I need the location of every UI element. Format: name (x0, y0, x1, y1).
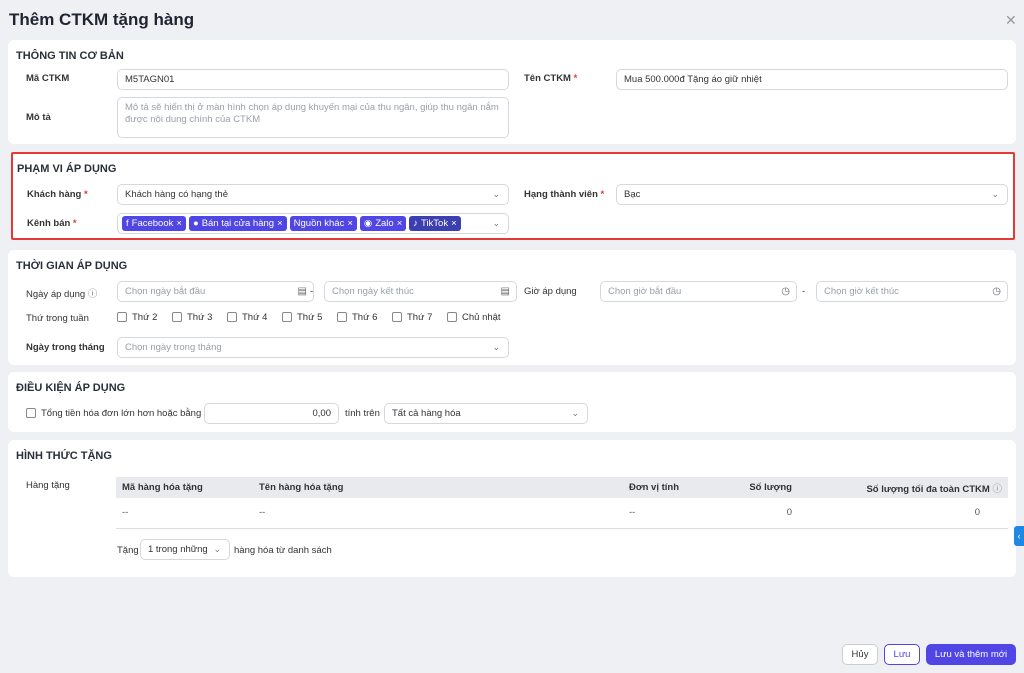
tiktok-icon: ♪ (413, 218, 418, 229)
clock-icon: ◷ (992, 286, 1001, 297)
total-checkbox[interactable]: Tổng tiền hóa đơn lớn hơn hoặc bằng (26, 408, 201, 419)
channel-label: Kênh bán * (27, 218, 77, 229)
name-value: Mua 500.000đ Tặng áo giữ nhiệt (624, 74, 762, 85)
code-value: M5TAGN01 (125, 74, 175, 85)
remove-tag-icon[interactable]: × (451, 218, 457, 229)
monthday-select[interactable]: Chọn ngày trong tháng ⌄ (117, 337, 509, 358)
column-header: Đơn vị tính (623, 477, 691, 498)
info-icon: ⓘ (992, 483, 1002, 495)
customer-select[interactable]: Khách hàng có hạng thẻ ⌄ (117, 184, 509, 205)
hour-label: Giờ áp dụng (524, 286, 577, 297)
give-suffix: hàng hóa từ danh sách (234, 545, 332, 556)
total-input[interactable]: 0,00 (204, 403, 339, 424)
column-header: Tên hàng hóa tặng (253, 477, 623, 498)
hour-start-input[interactable]: Chọn giờ bắt đầu ◷ (600, 281, 797, 302)
weekday-checkbox[interactable]: Thứ 6 (337, 312, 377, 323)
date-label: Ngày áp dụng ⓘ (26, 289, 98, 300)
remove-tag-icon[interactable]: × (176, 218, 182, 229)
customer-label: Khách hàng * (27, 189, 88, 200)
section-heading: ĐIỀU KIỆN ÁP DỤNG (16, 382, 126, 394)
section-heading: PHẠM VI ÁP DỤNG (17, 163, 117, 175)
name-input[interactable]: Mua 500.000đ Tặng áo giữ nhiệt (616, 69, 1008, 90)
channel-tag-facebook: f Facebook × (122, 216, 186, 231)
close-icon[interactable]: ✕ (1005, 12, 1017, 29)
dash: - (310, 286, 314, 297)
monthday-label: Ngày trong tháng (26, 342, 105, 353)
channel-tag-other: Nguồn khác × (289, 216, 357, 231)
weekday-label: Thứ trong tuần (26, 313, 89, 324)
gift-section: HÌNH THỨC TẶNG Hàng tặng Mã hàng hóa tặn… (8, 440, 1016, 577)
weekday-checkbox[interactable]: Thứ 4 (227, 312, 267, 323)
date-start-input[interactable]: Chọn ngày bắt đầu ▤ (117, 281, 314, 302)
table-row: -- -- -- 00 (122, 507, 980, 519)
give-label: Tặng (117, 545, 139, 556)
name-label: Tên CTKM * (524, 73, 578, 84)
column-header: Số lượng tối đa toàn CTKM ⓘ (798, 477, 1008, 498)
on-select[interactable]: Tất cả hàng hóa ⌄ (384, 403, 588, 424)
give-select[interactable]: 1 trong những ⌄ (140, 539, 230, 560)
date-end-input[interactable]: Chọn ngày kết thúc ▤ (324, 281, 517, 302)
basic-info-section: THÔNG TIN CƠ BẢN Mã CTKM M5TAGN01 Tên CT… (8, 40, 1016, 144)
section-heading: THÔNG TIN CƠ BẢN (16, 50, 124, 62)
channel-multiselect[interactable]: f Facebook × ● Bán tại cửa hàng × Nguồn khác… (117, 213, 509, 234)
chevron-down-icon: ⌄ (213, 544, 221, 554)
store-icon: ● (192, 218, 199, 229)
weekday-checkbox[interactable]: Thứ 5 (282, 312, 322, 323)
section-heading: HÌNH THỨC TẶNG (16, 450, 112, 462)
chevron-down-icon: ⌄ (991, 189, 999, 199)
remove-tag-icon[interactable]: × (277, 218, 283, 229)
desc-label: Mô tả (26, 112, 51, 123)
remove-tag-icon[interactable]: × (397, 218, 403, 229)
facebook-icon: f (126, 218, 129, 229)
channel-tag-tiktok: ♪ TikTok × (409, 216, 461, 231)
info-icon: ⓘ (87, 289, 98, 300)
zalo-icon: ◉ (363, 218, 373, 229)
clock-icon: ◷ (781, 286, 790, 297)
weekday-checkbox[interactable]: Thứ 3 (172, 312, 212, 323)
calendar-icon: ▤ (297, 286, 307, 297)
save-and-new-button[interactable]: Lưu và thêm mới (926, 644, 1016, 665)
items-label: Hàng tặng (26, 480, 70, 491)
code-input[interactable]: M5TAGN01 (117, 69, 509, 90)
chevron-down-icon: ⌄ (492, 189, 500, 199)
channel-tag-zalo: ◉ Zalo × (359, 216, 407, 231)
cancel-button[interactable]: Hủy (842, 644, 878, 665)
column-header: Mã hàng hóa tặng (116, 477, 253, 498)
gift-table: Mã hàng hóa tặng Tên hàng hóa tặng Đơn v… (116, 477, 1008, 529)
dialog-title: Thêm CTKM tặng hàng (9, 10, 195, 29)
code-label: Mã CTKM (26, 73, 70, 84)
chevron-down-icon: ⌄ (571, 408, 579, 418)
weekday-checkbox[interactable]: Thứ 2 (117, 312, 157, 323)
time-section: THỜI GIAN ÁP DỤNG Ngày áp dụng ⓘ Chọn ng… (8, 250, 1016, 365)
chevron-down-icon: ⌄ (492, 342, 500, 352)
on-label: tính trên (345, 408, 380, 419)
condition-section: ĐIỀU KIỆN ÁP DỤNG Tổng tiền hóa đơn lớn … (8, 372, 1016, 432)
dash: - (802, 286, 806, 297)
save-button[interactable]: Lưu (884, 644, 920, 665)
tier-select[interactable]: Bạc ⌄ (616, 184, 1008, 205)
tier-label: Hạng thành viên * (524, 189, 605, 200)
chevron-down-icon: ⌄ (492, 218, 500, 228)
channel-tag-store: ● Bán tại cửa hàng × (188, 216, 287, 231)
weekday-checkbox[interactable]: Chủ nhật (447, 312, 501, 323)
column-header: Số lượng (691, 477, 798, 498)
scope-section: PHẠM VI ÁP DỤNG Khách hàng * Khách hàng … (11, 152, 1015, 240)
desc-textarea[interactable]: Mô tả sẽ hiển thị ở màn hình chọn áp dụn… (117, 97, 509, 138)
weekday-checkbox[interactable]: Thứ 7 (392, 312, 432, 323)
side-panel-toggle[interactable]: ‹ (1014, 526, 1024, 546)
section-heading: THỜI GIAN ÁP DỤNG (16, 260, 128, 272)
hour-end-input[interactable]: Chọn giờ kết thúc ◷ (816, 281, 1008, 302)
remove-tag-icon[interactable]: × (347, 218, 353, 229)
calendar-icon: ▤ (500, 286, 510, 297)
